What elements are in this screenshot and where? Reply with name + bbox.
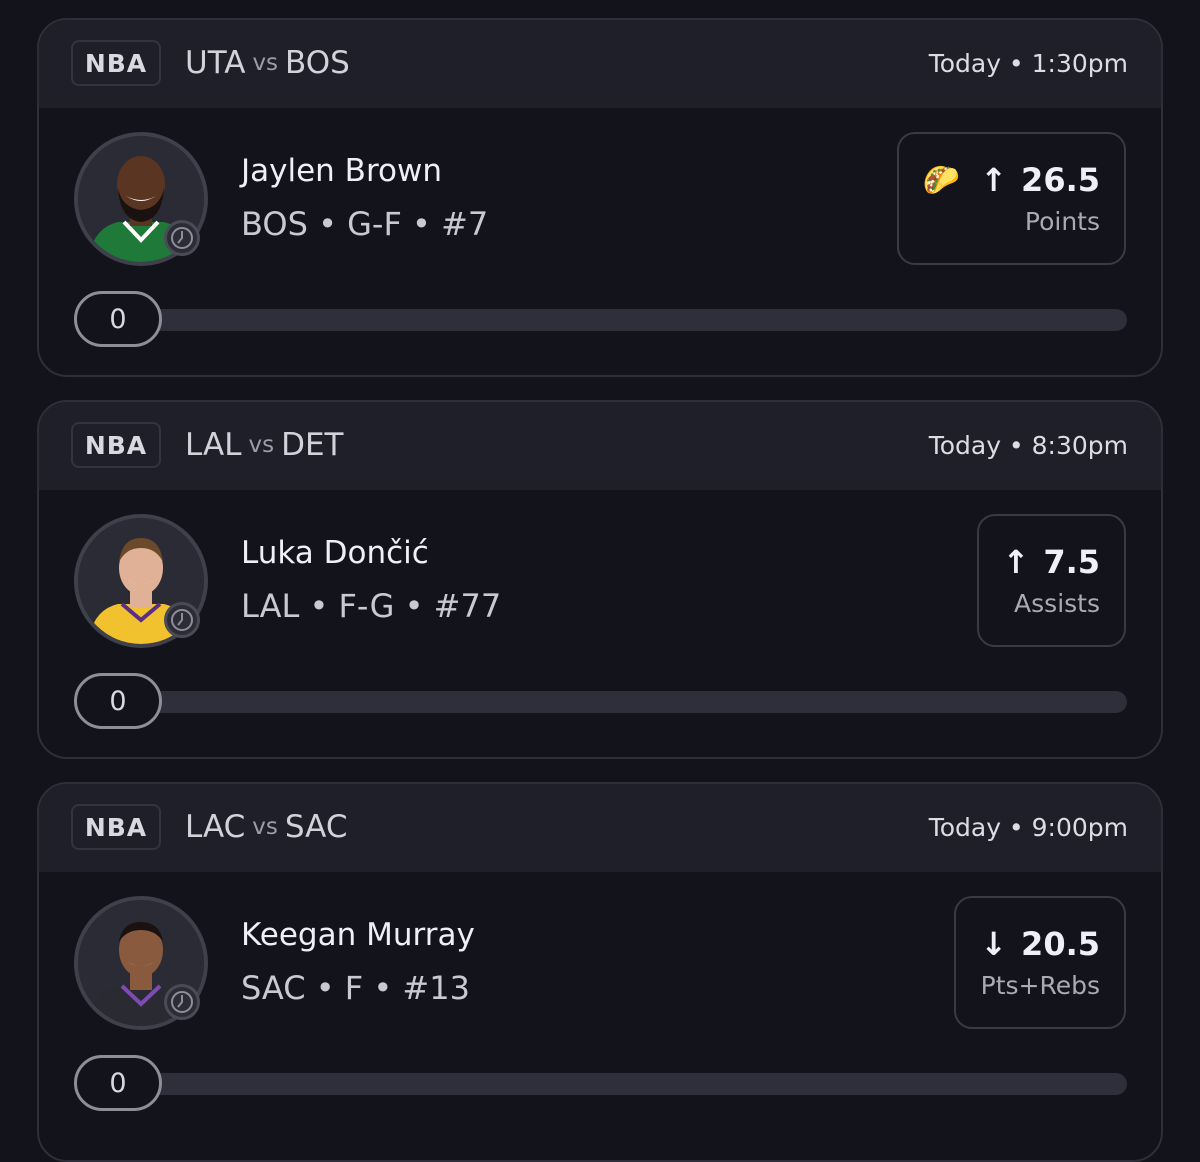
progress-value: 0 — [74, 673, 162, 729]
matchup: LAC vs SAC — [185, 804, 347, 850]
prop-line-box[interactable]: ↓ 20.5 Pts+Rebs — [954, 896, 1126, 1029]
away-team: BOS — [285, 45, 350, 81]
progress-track — [127, 309, 1127, 331]
vs-label: vs — [252, 814, 278, 840]
prop-line-box[interactable]: 🌮 ↑ 26.5 Points — [896, 132, 1126, 265]
progress-value: 0 — [74, 291, 162, 347]
player-info: SAC • F • #13 — [241, 969, 470, 1007]
clock-icon — [164, 602, 200, 638]
game-header: NBA LAC vs SAC Today • 9:00pm — [39, 784, 1161, 872]
player-info: BOS • G-F • #7 — [241, 205, 489, 243]
league-badge: NBA — [71, 40, 161, 86]
progress-track — [127, 1073, 1127, 1095]
clock-icon — [164, 220, 200, 256]
progress-value: 0 — [74, 1055, 162, 1111]
vs-label: vs — [252, 50, 279, 76]
game-time: Today • 8:30pm — [928, 430, 1128, 460]
away-team: DET — [281, 427, 344, 463]
player-name[interactable]: Keegan Murray — [241, 917, 475, 953]
prop-stat-type: Assists — [1014, 589, 1100, 618]
game-time: Today • 1:30pm — [928, 48, 1128, 78]
prop-line-value: 7.5 — [1043, 543, 1100, 581]
taco-icon: 🌮 — [922, 162, 961, 198]
league-badge: NBA — [71, 804, 161, 850]
prop-card[interactable]: NBA LAC vs SAC Today • 9:00pm Keegan Mur… — [37, 782, 1163, 1162]
home-team: UTA — [185, 45, 246, 81]
prop-line-value: 20.5 — [1021, 925, 1100, 963]
prop-stat-type: Points — [1024, 207, 1100, 236]
progress-track — [127, 691, 1127, 713]
prop-stat-type: Pts+Rebs — [980, 971, 1100, 1000]
game-time: Today • 9:00pm — [928, 812, 1128, 842]
arrow-up-icon: ↑ — [980, 161, 1008, 199]
player-name[interactable]: Jaylen Brown — [241, 153, 442, 189]
prop-card[interactable]: NBA LAL vs DET Today • 8:30pm Luka Donči… — [37, 400, 1163, 759]
matchup: LAL vs DET — [185, 422, 343, 468]
player-name[interactable]: Luka Dončić — [241, 535, 429, 571]
clock-icon — [164, 984, 200, 1020]
home-team: LAL — [185, 427, 242, 463]
game-header: NBA LAL vs DET Today • 8:30pm — [39, 402, 1161, 490]
home-team: LAC — [185, 809, 246, 845]
arrow-down-icon: ↓ — [980, 925, 1008, 963]
arrow-up-icon: ↑ — [1002, 543, 1030, 581]
prop-line-value: 26.5 — [1021, 161, 1100, 199]
matchup: UTA vs BOS — [185, 40, 350, 86]
player-info: LAL • F-G • #77 — [241, 587, 502, 625]
game-header: NBA UTA vs BOS Today • 1:30pm — [39, 20, 1161, 108]
vs-label: vs — [248, 432, 275, 458]
prop-card[interactable]: NBA UTA vs BOS Today • 1:30pm Jaylen Bro… — [37, 18, 1163, 377]
prop-line-box[interactable]: ↑ 7.5 Assists — [976, 514, 1126, 647]
league-badge: NBA — [71, 422, 161, 468]
away-team: SAC — [284, 809, 348, 845]
